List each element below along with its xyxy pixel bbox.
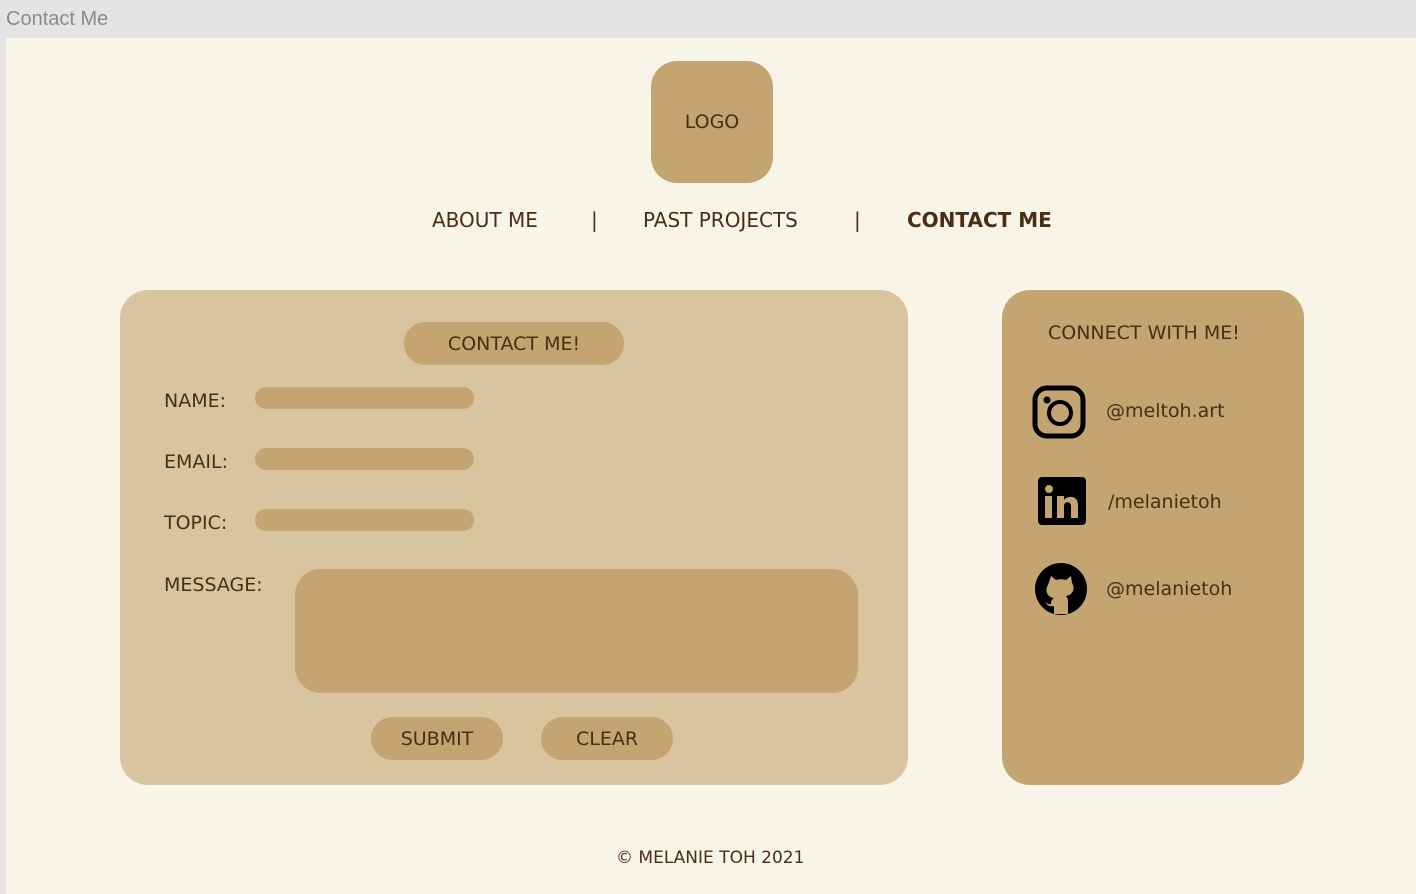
topic-input[interactable] [255, 509, 474, 531]
window-title: Contact Me [6, 8, 109, 30]
github-handle[interactable]: @melanietoh [1106, 578, 1232, 600]
email-label: EMAIL: [164, 451, 228, 473]
page: LOGO ABOUT ME | PAST PROJECTS | CONTACT … [6, 38, 1416, 894]
instagram-handle[interactable]: @meltoh.art [1106, 400, 1225, 422]
name-label: NAME: [164, 390, 227, 412]
nav-about-me[interactable]: ABOUT ME [432, 208, 538, 232]
connect-title: CONNECT WITH ME! [1048, 322, 1240, 344]
nav-separator: | [591, 208, 598, 232]
github-icon[interactable] [1034, 562, 1088, 616]
nav-past-projects[interactable]: PAST PROJECTS [643, 208, 798, 232]
nav-contact-me[interactable]: CONTACT ME [907, 208, 1052, 232]
logo[interactable]: LOGO [651, 61, 773, 183]
footer-copyright: © MELANIE TOH 2021 [616, 848, 805, 868]
instagram-icon[interactable] [1032, 385, 1086, 439]
topic-label: TOPIC: [164, 512, 228, 534]
connect-panel: CONNECT WITH ME! @meltoh.art /melanietoh… [1002, 290, 1304, 785]
clear-button[interactable]: CLEAR [541, 717, 673, 760]
nav-separator: | [854, 208, 861, 232]
message-input[interactable] [295, 569, 858, 693]
linkedin-icon[interactable] [1035, 475, 1089, 529]
contact-form: CONTACT ME! NAME: EMAIL: TOPIC: MESSAGE:… [120, 290, 908, 785]
linkedin-handle[interactable]: /melanietoh [1108, 491, 1222, 513]
submit-button[interactable]: SUBMIT [371, 717, 503, 760]
message-label: MESSAGE: [164, 574, 263, 596]
name-input[interactable] [255, 387, 474, 409]
form-title: CONTACT ME! [404, 322, 624, 365]
email-input[interactable] [255, 448, 474, 470]
